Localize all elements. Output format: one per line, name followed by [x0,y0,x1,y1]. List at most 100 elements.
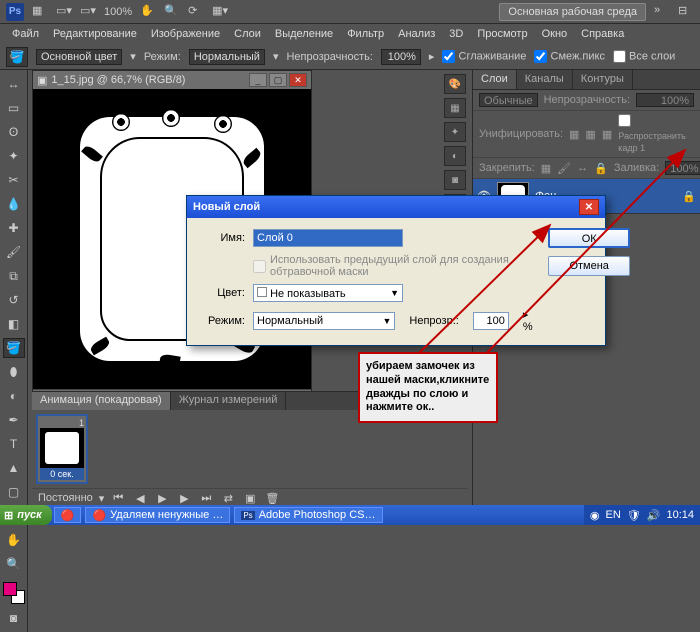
crop-tool[interactable]: ✂ [3,170,25,190]
unify-icon[interactable]: ▦ [585,128,595,141]
prev-frame-button[interactable]: ◀ [132,491,148,505]
dock-adjust-icon[interactable]: ◐ [444,146,466,166]
propagate-checkbox[interactable]: Распространить кадр 1 [618,114,694,154]
zoom-tool-icon[interactable]: 🔍 [164,4,180,20]
dialog-close-button[interactable]: ✕ [579,199,599,215]
screen-mode-icon[interactable]: ▭▾ [80,4,96,20]
contiguous-checkbox[interactable]: Смеж.пикс [534,50,605,63]
blur-tool[interactable]: ⬮ [3,362,25,382]
delete-frame-button[interactable]: 🗑 [264,491,280,505]
shape-tool[interactable]: ▢ [3,482,25,502]
tray-icon[interactable]: 🛡 [627,509,641,522]
ok-button[interactable]: ОК [548,228,630,248]
next-frame-button[interactable]: ▶ [176,491,192,505]
taskbar-item[interactable]: PsAdobe Photoshop CS… [234,507,382,523]
name-input[interactable] [253,229,403,247]
bucket-tool[interactable]: 🪣 [3,338,25,358]
menu-image[interactable]: Изображение [145,26,226,42]
current-tool-icon[interactable]: 🪣 [6,47,28,67]
loop-select[interactable]: Постоянно [38,492,93,504]
fg-bg-colors[interactable] [3,582,25,604]
zoom-tool[interactable]: 🔍 [3,554,25,574]
new-frame-button[interactable]: ▣ [242,491,258,505]
type-tool[interactable]: T [3,434,25,454]
quickmask-toggle[interactable]: ◙ [3,608,25,628]
tray-icon[interactable]: ◉ [590,509,600,522]
zoom-level[interactable]: 100% [104,6,132,18]
taskbar-item[interactable]: 🔴 [54,507,82,523]
lock-trans-icon[interactable]: ▦ [541,162,551,175]
collapse-panels-icon[interactable]: ⊟ [678,4,694,20]
system-tray[interactable]: ◉ EN 🛡 🔊 10:14 [584,505,700,525]
maximize-button[interactable]: ▢ [269,73,287,87]
stamp-tool[interactable]: ⧉ [3,266,25,286]
menu-filter[interactable]: Фильтр [341,26,390,42]
antialias-checkbox[interactable]: Сглаживание [442,50,526,63]
marquee-tool[interactable]: ▭ [3,98,25,118]
menu-file[interactable]: Файл [6,26,45,42]
cancel-button[interactable]: Отмена [548,256,630,276]
dock-masks-icon[interactable]: ◙ [444,170,466,190]
menu-layer[interactable]: Слои [228,26,267,42]
blend-mode-field[interactable]: Обычные [479,93,538,107]
opacity-field[interactable]: 100% [381,49,421,65]
expand-icon[interactable]: » [654,4,670,20]
all-layers-checkbox[interactable]: Все слои [613,50,675,63]
path-select-tool[interactable]: ▲ [3,458,25,478]
menu-help[interactable]: Справка [575,26,630,42]
dock-color-icon[interactable]: 🎨 [444,74,466,94]
tab-layers[interactable]: Слои [473,70,517,89]
lasso-tool[interactable]: ʘ [3,122,25,142]
mode-select[interactable]: Нормальный▼ [253,312,395,330]
dlg-opacity-input[interactable] [473,312,509,330]
dialog-titlebar[interactable]: Новый слой ✕ [187,196,605,218]
pen-tool[interactable]: ✒ [3,410,25,430]
tab-channels[interactable]: Каналы [517,70,573,89]
unify-icon[interactable]: ▦ [569,128,579,141]
menu-view[interactable]: Просмотр [471,26,533,42]
layer-opacity-field[interactable]: 100% [636,93,694,107]
animation-frame[interactable]: 1 0 сек. [36,414,88,484]
fill-field[interactable]: 100% [665,161,700,175]
menu-select[interactable]: Выделение [269,26,339,42]
frame-delay[interactable]: 0 сек. [40,468,84,480]
tween-button[interactable]: ⇄ [220,491,236,505]
close-button[interactable]: ✕ [289,73,307,87]
blend-mode-select[interactable]: Нормальный [189,49,265,65]
dock-styles-icon[interactable]: ✦ [444,122,466,142]
wand-tool[interactable]: ✦ [3,146,25,166]
dodge-tool[interactable]: ◐ [3,386,25,406]
tab-animation[interactable]: Анимация (покадровая) [32,392,171,410]
move-tool[interactable]: ↔ [3,74,25,94]
first-frame-button[interactable]: ⏮ [110,491,126,505]
workspace-switcher[interactable]: Основная рабочая среда [499,3,646,21]
view-extras-icon[interactable]: ▭▾ [56,4,72,20]
hand-tool[interactable]: ✋ [3,530,25,550]
menu-window[interactable]: Окно [536,26,574,42]
play-button[interactable]: ▶ [154,491,170,505]
lock-all-icon[interactable]: 🔒 [594,162,608,175]
fill-source[interactable]: Основной цвет [36,49,122,65]
taskbar-item[interactable]: 🔴Удаляем ненужные … [85,507,230,523]
rotate-view-icon[interactable]: ⟳ [188,4,204,20]
eyedropper-tool[interactable]: 💧 [3,194,25,214]
tab-measurements[interactable]: Журнал измерений [171,392,287,410]
eraser-tool[interactable]: ◧ [3,314,25,334]
lock-move-icon[interactable]: ↔ [577,162,588,174]
heal-tool[interactable]: ✚ [3,218,25,238]
menu-3d[interactable]: 3D [443,26,469,42]
clock[interactable]: 10:14 [666,509,694,521]
dock-swatches-icon[interactable]: ▦ [444,98,466,118]
tray-icon[interactable]: 🔊 [647,509,661,522]
bridge-icon[interactable]: ▦ [32,4,48,20]
tab-paths[interactable]: Контуры [573,70,633,89]
menu-analysis[interactable]: Анализ [392,26,441,42]
hand-tool-icon[interactable]: ✋ [140,4,156,20]
history-brush-tool[interactable]: ↺ [3,290,25,310]
color-select[interactable]: Не показывать▼ [253,284,403,302]
lock-pixels-icon[interactable]: 🖌 [557,162,571,175]
menu-edit[interactable]: Редактирование [47,26,143,42]
arrange-docs-icon[interactable]: ▦▾ [212,4,228,20]
minimize-button[interactable]: _ [249,73,267,87]
unify-icon[interactable]: ▦ [602,128,612,141]
